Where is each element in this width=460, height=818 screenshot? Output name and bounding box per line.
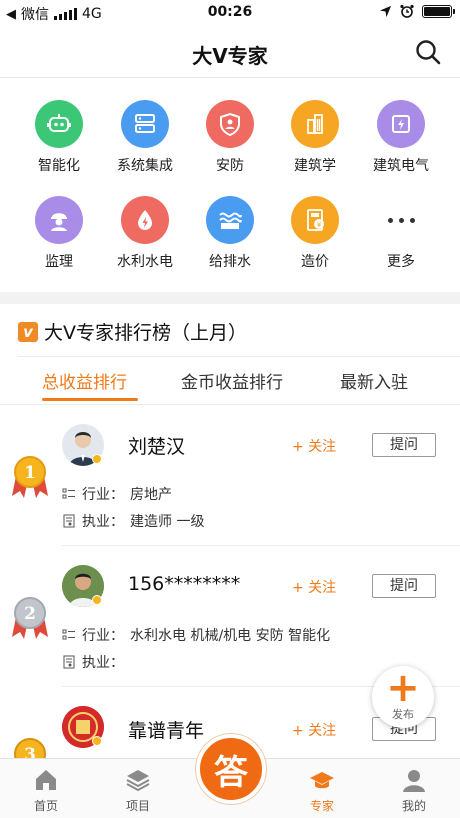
category-item-cost[interactable]: ¥ 造价 [273,196,357,271]
category-item-water-power[interactable]: 水利水电 [103,196,187,271]
industry-row: 行业： 房地产 [62,484,172,504]
industry-label: 行业： [82,628,124,644]
svg-text:2: 2 [24,604,36,624]
svg-text:¥: ¥ [317,221,322,229]
bronze-medal-icon: 3 [14,738,46,758]
category-label: 安防 [216,158,244,174]
practice-label: 执业： [82,514,124,530]
tab-home[interactable]: 首页 [6,767,86,814]
svg-text:3: 3 [24,745,36,758]
tab-coin-income[interactable]: 金币收益排行 [181,368,283,393]
home-icon [36,770,56,790]
tab-label: 项目 [125,799,150,813]
plus-icon: + [386,665,420,711]
industry-row: 行业： 水利水电 机械/机电 安防 智能化 [62,625,330,645]
publish-button[interactable]: + 发布 [372,666,434,728]
publish-label: 发布 [392,708,414,721]
silver-medal-icon: 2 [12,597,48,639]
ranking-header: v 大V专家排行榜（上月） [18,318,247,345]
category-label: 造价 [301,254,329,270]
category-item-water-supply-drainage[interactable]: 给排水 [188,196,272,271]
practice-label: 执业： [82,655,124,671]
user-icon [403,770,425,792]
location-arrow-icon [379,5,392,17]
certificate-icon [63,514,75,528]
follow-button[interactable]: + 关注 [292,577,336,597]
category-item-system-integration[interactable]: 系统集成 [103,100,187,175]
category-label: 建筑电气 [373,158,429,174]
category-label: 建筑学 [294,158,336,174]
industry-label: 行业： [82,487,124,503]
category-label: 系统集成 [117,158,173,174]
category-label: 智能化 [38,158,80,174]
follow-button[interactable]: + 关注 [292,436,336,456]
expert-name[interactable]: 156******** [128,573,240,595]
category-label: 给排水 [209,254,251,270]
water-waves-icon [206,196,254,244]
divider [62,545,460,546]
tab-label: 我的 [401,799,426,813]
alarm-icon [400,4,414,18]
divider [0,404,460,405]
answer-button[interactable]: 答 [196,734,266,804]
category-label: 更多 [387,254,415,270]
tab-total-income[interactable]: 总收益排行 [42,368,127,393]
tab-experts[interactable]: 专家 [282,767,362,814]
vip-badge-icon [92,454,102,464]
category-label: 监理 [45,254,73,270]
practice-row: 执业： 建造师 一级 [62,511,204,531]
category-item-security[interactable]: 安防 [188,100,272,175]
expert-name[interactable]: 刘楚汉 [128,432,185,459]
category-item-supervision[interactable]: 监理 [17,196,101,271]
category-label: 水利水电 [117,254,173,270]
active-tab-indicator [42,398,138,401]
status-bar-right [379,4,455,18]
supervisor-icon [35,196,83,244]
list-icon [62,488,75,499]
v-badge-icon: v [18,321,38,342]
vip-badge-icon [92,736,102,746]
robot-icon [35,100,83,148]
status-bar: ◀ 微信 4G 00:26 [0,0,460,26]
practice-row: 执业： [62,652,130,672]
more-icon [359,196,443,244]
category-item-intelligent[interactable]: 智能化 [17,100,101,175]
certificate-icon [63,655,75,669]
divider [18,356,460,357]
industry-value: 水利水电 机械/机电 安防 智能化 [130,628,331,644]
battery-icon [422,4,455,18]
page-title: 大V专家 [192,44,268,68]
tab-newest[interactable]: 最新入驻 [340,368,408,393]
cost-icon: ¥ [291,196,339,244]
section-divider [0,292,460,304]
electric-icon [377,100,425,148]
practice-value: 建造师 一级 [130,514,205,530]
category-item-more[interactable]: 更多 [359,196,443,271]
water-power-icon [121,196,169,244]
industry-value: 房地产 [130,487,172,503]
follow-button[interactable]: + 关注 [292,720,336,740]
tab-label: 专家 [309,799,334,813]
tab-mine[interactable]: 我的 [374,767,454,814]
expert-name[interactable]: 靠谱青年 [128,716,204,743]
building-icon [291,100,339,148]
server-icon [121,100,169,148]
shield-icon [206,100,254,148]
tab-projects[interactable]: 项目 [98,767,178,814]
svg-text:1: 1 [24,463,36,483]
ask-button[interactable]: 提问 [372,574,436,598]
tab-label: 首页 [33,799,58,813]
list-icon [62,629,75,640]
vip-badge-icon [92,595,102,605]
category-item-building-electrical[interactable]: 建筑电气 [359,100,443,175]
graduation-cap-icon [310,772,334,789]
layers-icon [126,770,150,792]
ranking-tabs: 总收益排行 金币收益排行 最新入驻 [0,368,460,404]
search-icon[interactable] [414,38,442,66]
ranking-title: 大V专家排行榜（上月） [44,322,247,344]
ask-button[interactable]: 提问 [372,433,436,457]
gold-medal-icon: 1 [12,456,48,498]
category-item-architecture[interactable]: 建筑学 [273,100,357,175]
nav-bar: 大V专家 [0,26,460,78]
